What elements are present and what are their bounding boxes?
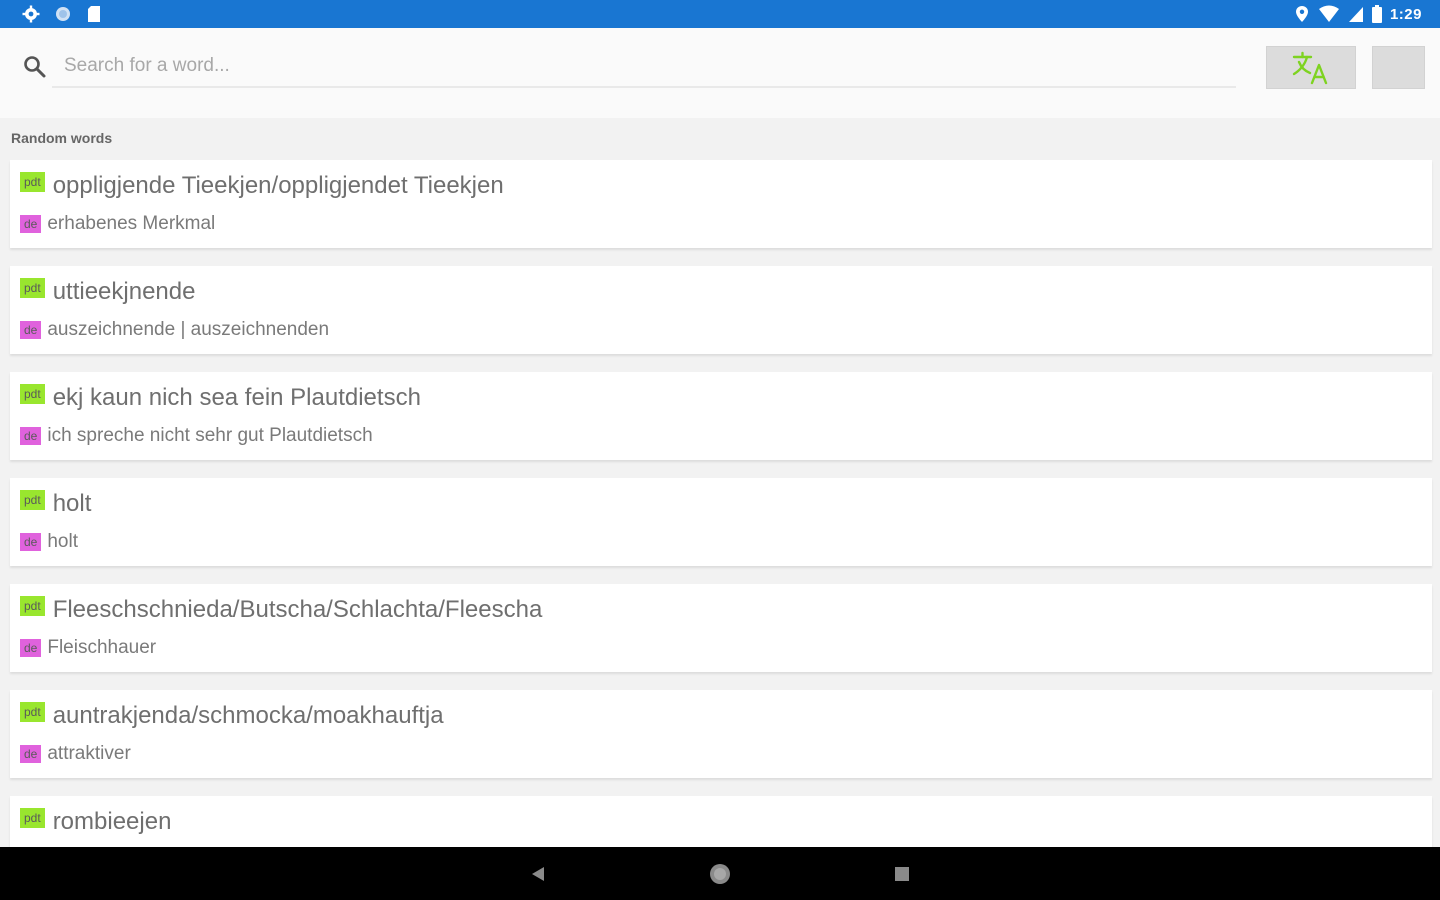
- status-bar: 1:29: [0, 0, 1440, 28]
- sd-card-icon: [88, 6, 100, 22]
- source-language-badge: pdt: [20, 384, 45, 404]
- word-text: ekj kaun nich sea fein Plautdietsch: [52, 384, 421, 411]
- word-text: Fleeschschnieda/Butscha/Schlachta/Fleesc…: [52, 596, 543, 623]
- navigation-bar: [0, 847, 1440, 900]
- status-time: 1:29: [1389, 5, 1422, 23]
- translation-text: holt: [47, 531, 78, 552]
- translation-row: de holt: [20, 531, 78, 553]
- word-text: auntrakjenda/schmocka/moakhauftja: [52, 702, 444, 729]
- recents-button[interactable]: [889, 861, 915, 887]
- circle-icon: [56, 7, 70, 21]
- word-card[interactable]: pdt ekj kaun nich sea fein Plautdietsch …: [10, 372, 1432, 460]
- source-language-badge: pdt: [20, 808, 45, 828]
- app-bar: [0, 28, 1440, 118]
- word-text: oppligjende Tieekjen/oppligjendet Tieekj…: [52, 172, 504, 199]
- wifi-icon: [1318, 5, 1339, 22]
- target-language-badge: de: [20, 745, 42, 763]
- word-row: pdt uttieekjnende: [20, 278, 195, 306]
- translation-row: de auszeichnende | auszeichnenden: [20, 319, 329, 341]
- word-card[interactable]: pdt oppligjende Tieekjen/oppligjendet Ti…: [10, 160, 1432, 248]
- status-right: 1:29: [1294, 5, 1422, 23]
- back-button[interactable]: [525, 861, 551, 887]
- word-card[interactable]: pdt holt de holt: [10, 478, 1432, 566]
- translation-row: de erhabenes Merkmal: [20, 213, 215, 235]
- home-button[interactable]: [707, 861, 733, 887]
- source-language-badge: pdt: [20, 702, 45, 722]
- word-row: pdt oppligjende Tieekjen/oppligjendet Ti…: [20, 172, 504, 200]
- home-icon: [710, 864, 730, 884]
- word-row: pdt holt: [20, 490, 91, 518]
- gear-icon: [22, 5, 40, 23]
- word-row: pdt auntrakjenda/schmocka/moakhauftja: [20, 702, 444, 730]
- location-icon: [1295, 6, 1308, 22]
- translation-row: de attraktiver: [20, 743, 131, 765]
- secondary-action-button[interactable]: [1372, 46, 1425, 89]
- translation-text: attraktiver: [47, 743, 131, 764]
- translation-row: de ich spreche nicht sehr gut Plautdiets…: [20, 425, 373, 447]
- word-card[interactable]: pdt uttieekjnende de auszeichnende | aus…: [10, 266, 1432, 354]
- source-language-badge: pdt: [20, 596, 45, 616]
- battery-icon: [1371, 5, 1382, 23]
- source-language-badge: pdt: [20, 278, 45, 298]
- translation-text: erhabenes Merkmal: [47, 213, 216, 234]
- translation-text: ich spreche nicht sehr gut Plautdietsch: [47, 425, 373, 446]
- word-row: pdt rombieejen: [20, 808, 171, 836]
- translation-text: auszeichnende | auszeichnenden: [47, 319, 330, 340]
- source-language-badge: pdt: [20, 490, 45, 510]
- translation-text: Fleischhauer: [47, 637, 157, 658]
- word-row: pdt ekj kaun nich sea fein Plautdietsch: [20, 384, 421, 412]
- status-left: [22, 5, 102, 23]
- signal-icon: [1348, 7, 1363, 22]
- translate-icon: [1292, 51, 1328, 84]
- target-language-badge: de: [20, 427, 42, 445]
- word-text: rombieejen: [52, 808, 172, 835]
- word-list: pdt oppligjende Tieekjen/oppligjendet Ti…: [10, 160, 1432, 900]
- back-icon: [532, 867, 544, 881]
- recents-icon: [895, 867, 909, 881]
- word-card[interactable]: pdt auntrakjenda/schmocka/moakhauftja de…: [10, 690, 1432, 778]
- target-language-badge: de: [20, 533, 42, 551]
- search-input[interactable]: [52, 46, 1236, 88]
- search-icon[interactable]: [22, 54, 48, 80]
- target-language-badge: de: [20, 639, 42, 657]
- word-text: uttieekjnende: [52, 278, 196, 305]
- translate-button[interactable]: [1266, 46, 1356, 89]
- word-text: holt: [52, 490, 92, 517]
- source-language-badge: pdt: [20, 172, 45, 192]
- section-header: Random words: [11, 130, 113, 146]
- word-card[interactable]: pdt Fleeschschnieda/Butscha/Schlachta/Fl…: [10, 584, 1432, 672]
- target-language-badge: de: [20, 321, 42, 339]
- word-row: pdt Fleeschschnieda/Butscha/Schlachta/Fl…: [20, 596, 542, 624]
- target-language-badge: de: [20, 215, 42, 233]
- translation-row: de Fleischhauer: [20, 637, 156, 659]
